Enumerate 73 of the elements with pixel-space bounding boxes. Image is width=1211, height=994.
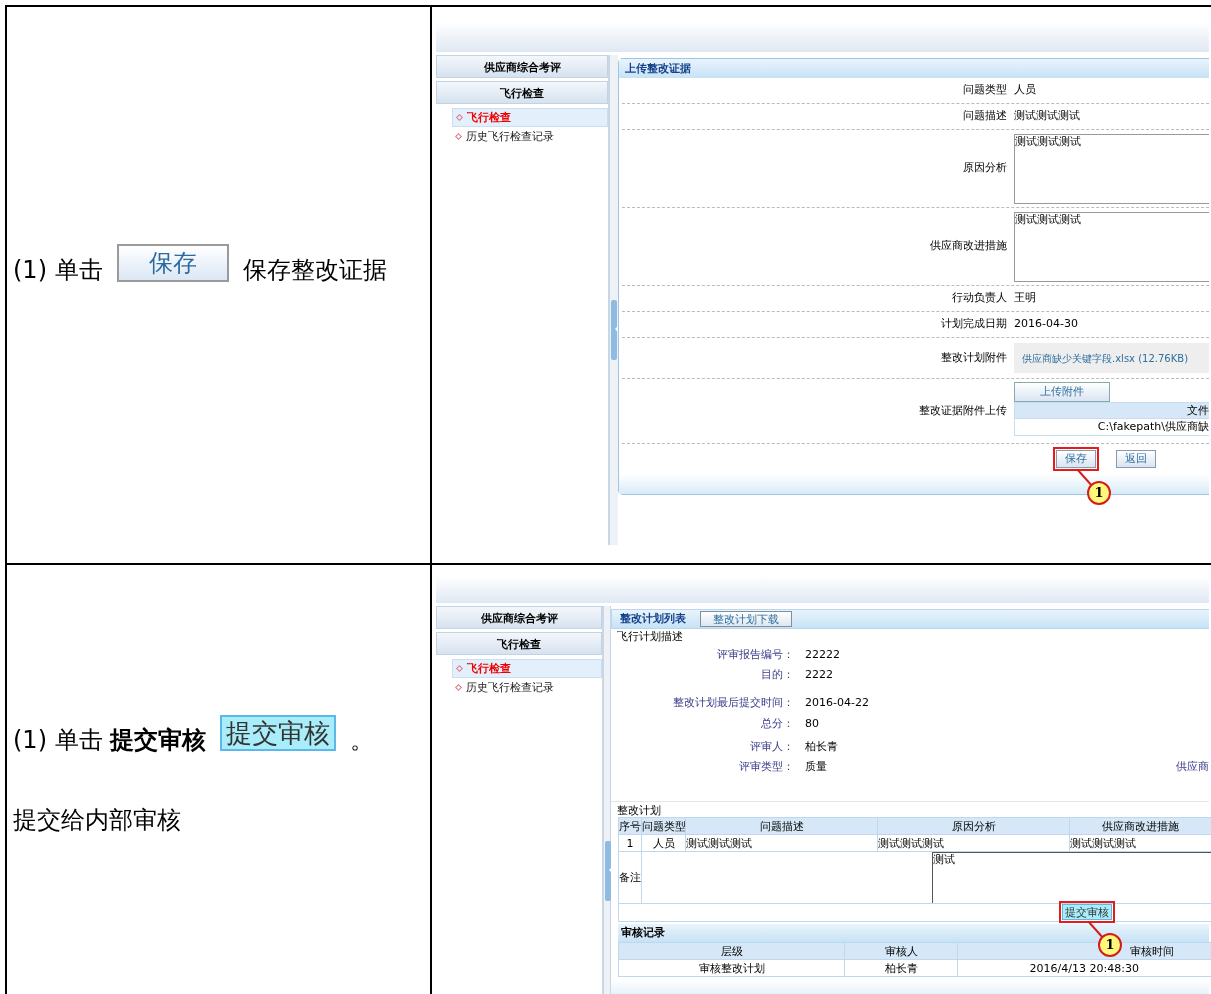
- text-area[interactable]: 测试测试测试: [1014, 211, 1209, 282]
- field-value: 22222: [804, 646, 840, 663]
- field-label: 整改计划最后提交时间：: [672, 694, 794, 711]
- table-cell: 测试测试测试: [877, 834, 1070, 852]
- splitter-bar[interactable]: [602, 606, 610, 994]
- field-value: 80: [804, 715, 819, 732]
- field-label: 原因分析: [962, 160, 1008, 177]
- callout-marker: 1: [1087, 481, 1111, 505]
- field-value: 2016-04-30: [1014, 316, 1078, 333]
- table-cell: 备注: [618, 851, 642, 904]
- sidebar-header[interactable]: 飞行检查: [436, 81, 608, 104]
- field-value: 王明: [1014, 290, 1036, 307]
- splitter-bar[interactable]: [608, 55, 618, 545]
- instruction-text: 提交给内部审核: [13, 804, 182, 836]
- table-cell: 人员: [641, 834, 686, 852]
- field-value: 人员: [1014, 82, 1036, 99]
- panel-title: 上传整改证据: [619, 59, 1209, 78]
- sidebar-header[interactable]: 供应商综合考评: [436, 606, 602, 629]
- field-label: 总分：: [760, 715, 794, 732]
- field-label: 整改计划附件: [940, 349, 1008, 366]
- field-label: 供应商: [1176, 758, 1209, 775]
- section-legend: 飞行计划描述: [611, 630, 1209, 644]
- column-header: 文件: [1014, 402, 1209, 419]
- section-label: 整改计划: [616, 804, 662, 817]
- column-header: 原因分析: [877, 817, 1070, 835]
- column-header: 问题描述: [685, 817, 878, 835]
- field-label: 评审类型：: [738, 758, 794, 775]
- field-label: 整改证据附件上传: [918, 402, 1008, 419]
- field-label: 评审人：: [749, 738, 794, 755]
- sidebar-item[interactable]: 飞行检查: [452, 659, 602, 678]
- download-button[interactable]: 整改计划下载: [700, 611, 792, 627]
- upload-button[interactable]: 上传附件: [1014, 382, 1110, 402]
- instruction-text: 。: [350, 724, 375, 756]
- sidebar-header[interactable]: 飞行检查: [436, 632, 602, 655]
- table-cell: 柏长青: [844, 959, 958, 977]
- table-cell: C:\fakepath\供应商缺: [1014, 419, 1209, 436]
- button-image: 提交审核: [220, 714, 337, 751]
- field-label: 评审报告编号：: [716, 646, 794, 663]
- sidebar-header[interactable]: 供应商综合考评: [436, 55, 608, 78]
- table-cell: 审核整改计划: [618, 959, 845, 977]
- field-value: 2222: [804, 666, 833, 683]
- field-value: 测试测试测试: [1014, 108, 1080, 125]
- save-button[interactable]: 保存: [1056, 450, 1096, 468]
- instruction-text: (1) 单击: [13, 255, 103, 286]
- column-header: 层级: [618, 942, 845, 960]
- instruction-text: 保存整改证据: [242, 255, 387, 286]
- collapse-handle[interactable]: [611, 300, 617, 360]
- field-value: 2016-04-22: [804, 694, 869, 711]
- field-label: 问题描述: [962, 108, 1008, 125]
- sidebar-item[interactable]: 飞行检查: [452, 108, 608, 127]
- file-link[interactable]: 供应商缺少关键字段.xlsx (12.76KB): [1022, 350, 1189, 366]
- field-value: 质量: [804, 758, 827, 775]
- field-label: 目的：: [760, 666, 794, 683]
- sidebar-item[interactable]: 历史飞行检查记录: [452, 678, 602, 697]
- field-label: 问题类型: [962, 82, 1008, 99]
- field-label: 供应商改进措施: [929, 238, 1008, 255]
- table-cell: 1: [618, 834, 642, 852]
- remark-field[interactable]: 测试: [931, 852, 1211, 903]
- back-button[interactable]: 返回: [1116, 450, 1156, 468]
- column-header: 审核人: [844, 942, 958, 960]
- collapse-handle[interactable]: [605, 841, 611, 901]
- field-label: 行动负责人: [951, 290, 1008, 307]
- tab-title[interactable]: 整改计划列表: [620, 610, 686, 628]
- instruction-text: (1) 单击 提交审核: [13, 724, 207, 756]
- button-image: 保存: [116, 244, 229, 282]
- column-header: 序号: [618, 817, 642, 835]
- submit-button[interactable]: 提交审核: [1062, 904, 1112, 920]
- table-cell: 测试测试测试: [685, 834, 878, 852]
- field-label: 计划完成日期: [940, 316, 1008, 333]
- column-header: 供应商改进措施: [1069, 817, 1211, 835]
- text-area[interactable]: 测试测试测试: [1014, 133, 1209, 204]
- field-value: 柏长青: [804, 738, 838, 755]
- sidebar-item[interactable]: 历史飞行检查记录: [452, 127, 608, 146]
